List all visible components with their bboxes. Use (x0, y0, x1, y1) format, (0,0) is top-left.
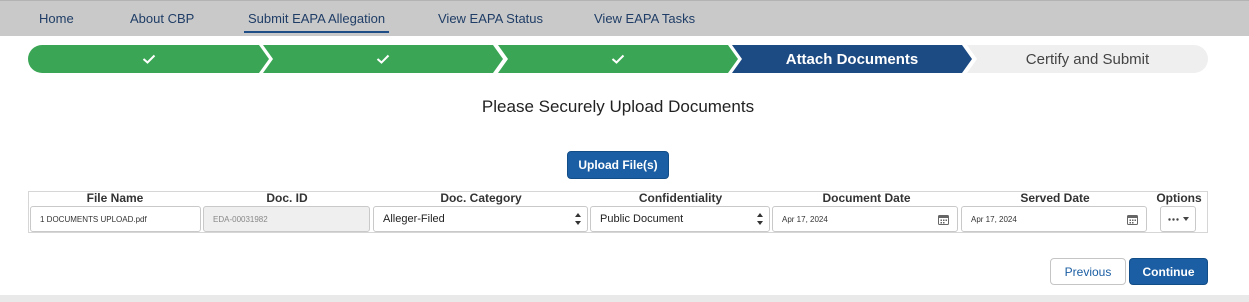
chevron-down-icon (1182, 217, 1189, 221)
file-name-field[interactable]: 1 DOCUMENTS UPLOAD.pdf (30, 206, 201, 232)
document-date-value: Apr 17, 2024 (782, 214, 828, 224)
served-date-value: Apr 17, 2024 (971, 214, 1017, 224)
column-header-doc-id: Doc. ID (266, 191, 308, 205)
column-header-options: Options (1156, 191, 1202, 205)
step-label-certify-and-submit: Certify and Submit (1025, 50, 1150, 68)
nav-view-eapa-status[interactable]: View EAPA Status (438, 11, 543, 26)
check-icon (142, 54, 155, 64)
document-date-input[interactable]: Apr 17, 2024 (772, 206, 958, 232)
served-date-input[interactable]: Apr 17, 2024 (961, 206, 1147, 232)
top-nav: Home About CBP Submit EAPA Allegation Vi… (0, 0, 1249, 36)
doc-category-value: Alleger-Filed (383, 213, 445, 225)
calendar-icon[interactable] (1127, 214, 1138, 225)
documents-table: File Name Doc. ID Doc. Category Confiden… (28, 191, 1208, 233)
previous-button[interactable]: Previous (1050, 258, 1126, 285)
calendar-icon[interactable] (938, 214, 949, 225)
step-certify-and-submit: Certify and Submit (967, 45, 1208, 73)
select-arrows-icon (757, 213, 763, 225)
select-arrows-icon (575, 213, 581, 225)
continue-button[interactable]: Continue (1129, 258, 1208, 285)
nav-about-cbp[interactable]: About CBP (130, 11, 194, 26)
nav-submit-eapa-allegation[interactable]: Submit EAPA Allegation (243, 11, 390, 33)
check-icon (376, 54, 390, 64)
progress-steps: Attach Documents Certify and Submit (28, 45, 1208, 73)
step-1-complete (28, 45, 269, 73)
column-header-confidentiality: Confidentiality (638, 191, 723, 205)
nav-home[interactable]: Home (39, 11, 74, 26)
column-header-file-name: File Name (86, 191, 144, 205)
step-2-complete (263, 45, 503, 73)
doc-id-field: EDA-00031982 (203, 206, 370, 232)
confidentiality-value: Public Document (600, 213, 684, 225)
confidentiality-select[interactable]: Public Document (590, 206, 770, 232)
doc-category-select[interactable]: Alleger-Filed (373, 206, 588, 232)
step-3-complete (498, 45, 738, 73)
nav-view-eapa-tasks[interactable]: View EAPA Tasks (594, 11, 695, 26)
column-header-document-date: Document Date (822, 191, 911, 205)
footer-bar (0, 295, 1249, 302)
row-options-button[interactable] (1160, 206, 1196, 232)
check-icon (611, 54, 625, 64)
page-title: Please Securely Upload Documents (481, 97, 755, 116)
more-options-icon (1167, 217, 1179, 221)
column-header-served-date: Served Date (1020, 191, 1090, 205)
step-attach-documents: Attach Documents (732, 45, 972, 73)
step-label-attach-documents: Attach Documents (785, 50, 919, 68)
upload-files-button[interactable]: Upload File(s) (567, 151, 669, 179)
column-header-doc-category: Doc. Category (440, 191, 522, 205)
